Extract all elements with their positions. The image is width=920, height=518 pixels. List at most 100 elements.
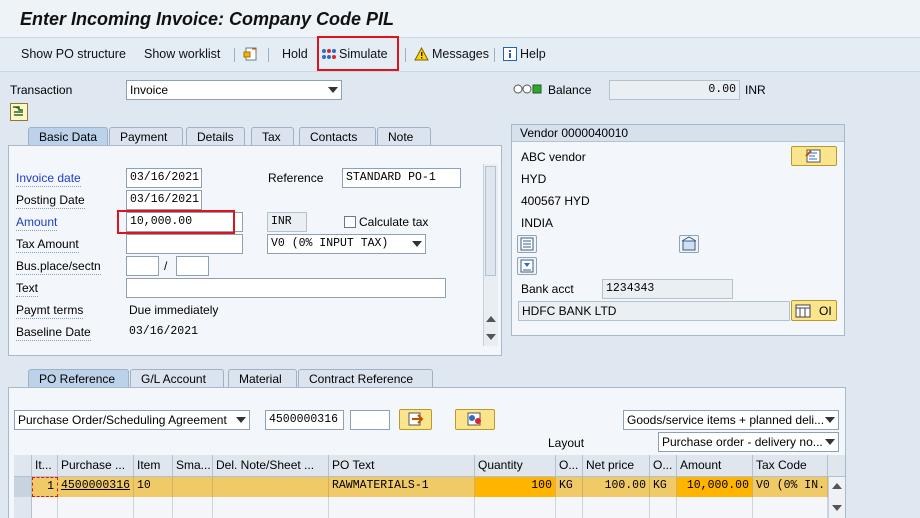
tab-details[interactable]: Details [186,127,245,145]
toolbar-separator [234,48,235,62]
bank-acct-label: Bank acct [521,282,574,296]
amount-label: Amount [16,215,58,231]
col-header-item[interactable]: It... [32,455,58,477]
text-field[interactable] [126,278,446,298]
oi-label: OI [819,304,832,318]
tab-po-reference[interactable]: PO Reference [28,369,129,387]
tax-amount-field[interactable] [126,234,243,254]
tab-contract-reference[interactable]: Contract Reference [298,369,433,387]
transaction-select-value: Invoice [130,83,169,97]
row-selector[interactable] [14,477,32,497]
table-corner [14,455,32,477]
bus-place-field[interactable] [126,256,159,276]
tab-material[interactable]: Material [228,369,297,387]
document-change-icon[interactable] [243,46,259,62]
col-header-order-unit[interactable]: O... [556,455,583,477]
bank-details-icon[interactable] [679,235,699,253]
po-search-button[interactable] [455,409,495,430]
table-empty-cell [329,497,475,518]
col-header-purchase-order[interactable]: Purchase ... [58,455,134,477]
col-header-price-unit[interactable]: O... [650,455,677,477]
scroll-up-icon[interactable] [832,483,842,489]
vendor-city: HYD [521,172,547,186]
section-field[interactable] [176,256,209,276]
col-header-tax-code[interactable]: Tax Code [753,455,828,477]
tab-gl-account[interactable]: G/L Account [130,369,224,387]
show-po-structure-button[interactable]: Show PO structure [21,47,126,61]
invoice-date-label: Invoice date [16,171,81,187]
table-row-del-note [213,477,329,497]
table-row-po[interactable]: 4500000316 [58,477,134,497]
toolbar-separator [494,48,495,62]
bank-name-field: HDFC BANK LTD [518,301,790,321]
item-filter-select[interactable]: Goods/service items + planned deli... [623,410,839,430]
tab-contacts[interactable]: Contacts [299,127,376,145]
item-filter-value: Goods/service items + planned deli... [627,413,825,427]
application-toolbar: Show PO structure Show worklist Hold Sim… [0,36,920,72]
help-button[interactable]: Help [520,47,546,61]
posting-date-label: Posting Date [16,193,85,209]
document-type-select[interactable]: Purchase Order/Scheduling Agreement [14,410,250,430]
table-row-sma [173,477,213,497]
col-header-quantity[interactable]: Quantity [475,455,556,477]
table-empty-cell [173,497,213,518]
vendor-change-button[interactable] [791,146,837,166]
vendor-balance-icon[interactable] [517,257,537,275]
tab-tax[interactable]: Tax [251,127,294,145]
row-selector[interactable] [14,497,32,518]
table-row-price-unit: KG [650,477,677,497]
hold-button[interactable]: Hold [282,47,308,61]
tab-note[interactable]: Note [377,127,431,145]
table-row-tax-code[interactable]: V0 (0% IN... [753,477,828,497]
col-header-po-text[interactable]: PO Text [329,455,475,477]
scroll-up-icon[interactable] [486,316,496,322]
invoice-date-field[interactable]: 03/16/2021 [126,168,202,188]
tax-amount-label: Tax Amount [16,237,79,253]
transfer-button[interactable] [399,409,432,430]
col-header-net-price[interactable]: Net price [583,455,650,477]
reference-label: Reference [268,171,324,185]
table-empty-cell [556,497,583,518]
show-worklist-button[interactable]: Show worklist [144,47,220,61]
calculate-tax-checkbox[interactable] [344,216,356,228]
reference-field[interactable]: STANDARD PO-1 [342,168,461,188]
col-header-amount[interactable]: Amount [677,455,753,477]
tab-payment[interactable]: Payment [109,127,183,145]
scrollbar-thumb[interactable] [485,166,496,276]
balance-label: Balance [548,83,592,97]
col-header-sma[interactable]: Sma... [173,455,213,477]
table-empty-cell [58,497,134,518]
layout-select[interactable]: Purchase order - delivery no... [658,432,839,452]
table-row-net-price: 100.00 [583,477,650,497]
layout-label: Layout [548,436,585,450]
table-settings-corner[interactable] [828,455,845,477]
table-row-quantity[interactable]: 100 [475,477,556,497]
chevron-down-icon [825,439,835,445]
simulate-icon[interactable] [321,48,337,62]
po-item-field[interactable] [350,410,390,430]
tax-code-select[interactable]: V0 (0% INPUT TAX) [267,234,426,254]
vendor-master-icon[interactable] [517,235,537,253]
po-number-field[interactable]: 4500000316 [265,410,344,430]
layout-value: Purchase order - delivery no... [662,435,823,449]
posting-date-field[interactable]: 03/16/2021 [126,190,202,210]
col-header-po-item[interactable]: Item [134,455,173,477]
vendor-name: ABC vendor [521,150,586,164]
transaction-select[interactable]: Invoice [126,80,342,100]
table-row-amount[interactable]: 10,000.00 [677,477,753,497]
info-icon[interactable] [503,47,517,61]
scroll-down-icon[interactable] [832,505,842,511]
baseline-date-label: Baseline Date [16,325,91,341]
table-empty-cell [475,497,556,518]
open-items-button[interactable]: OI [791,300,837,321]
toolbar-separator [268,48,269,62]
table-row-item[interactable]: 1 [32,477,58,497]
scroll-down-icon[interactable] [486,334,496,340]
col-header-del-note[interactable]: Del. Note/Sheet ... [213,455,329,477]
warning-icon[interactable] [414,46,429,61]
simulate-button[interactable]: Simulate [339,47,388,61]
table-row-unit: KG [556,477,583,497]
messages-button[interactable]: Messages [432,47,489,61]
tab-basic-data[interactable]: Basic Data [28,127,108,145]
create-doc-icon[interactable] [10,103,28,121]
